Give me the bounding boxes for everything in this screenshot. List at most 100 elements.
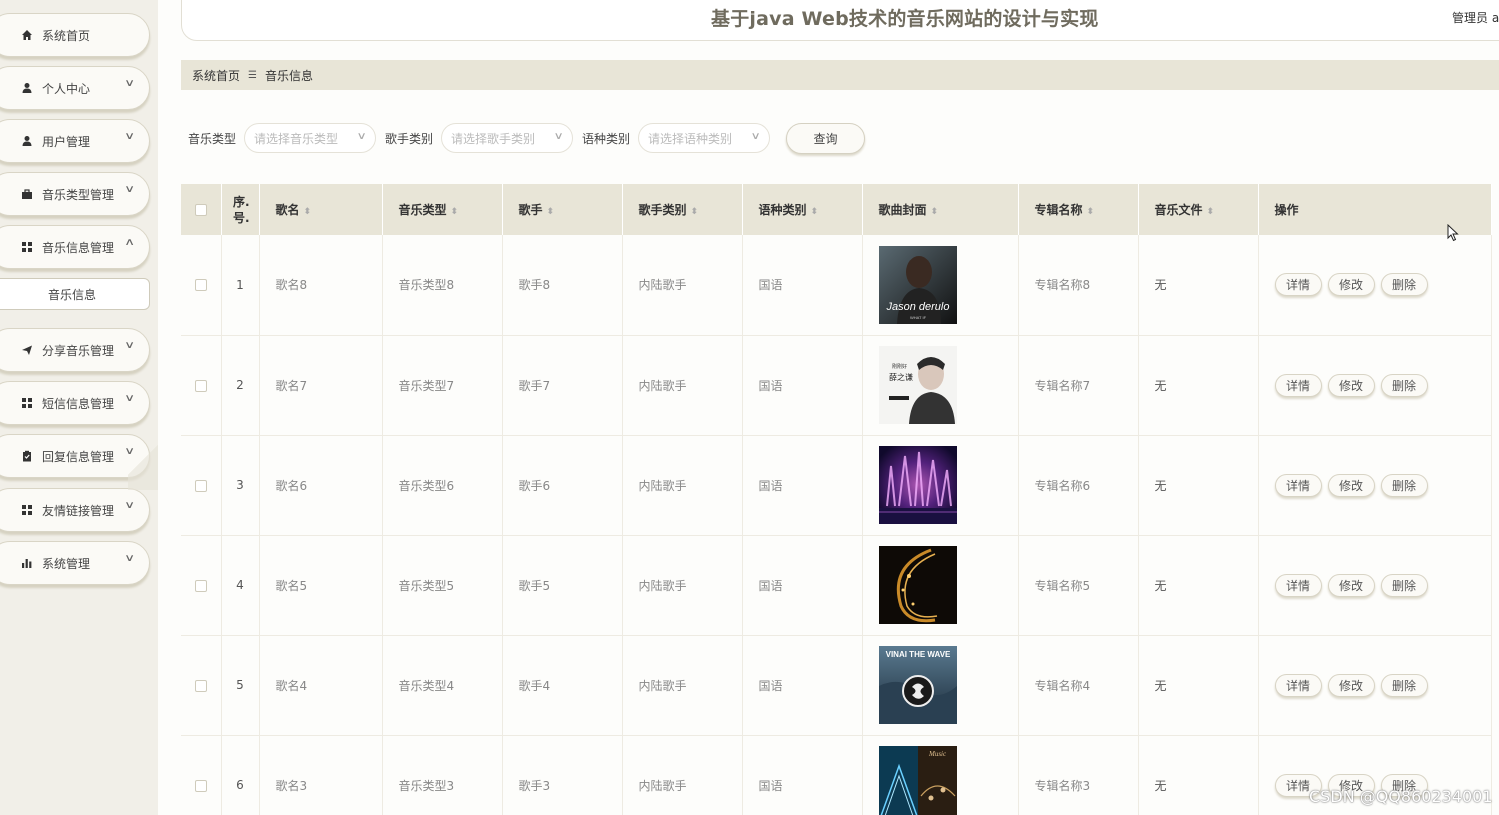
delete-button[interactable]: 删除 [1380,373,1428,397]
column-header-music-type[interactable]: 音乐类型 ⬍ [382,184,503,235]
chevron-down-icon: ∨ [356,131,367,142]
submenu-item-music-info[interactable]: 音乐信息 [0,278,150,310]
music-type-select[interactable]: 请选择音乐类型 ∨ [244,123,377,153]
cell-music-type: 音乐类型6 [382,435,503,536]
sidebar-item-personal-center[interactable]: 个人中心 ∨ [0,66,150,110]
language-type-select[interactable]: 请选择语种类别 ∨ [638,123,771,153]
sidebar-item-share-music-management[interactable]: 分享音乐管理 ∨ [0,328,150,372]
svg-text:Music: Music [928,750,947,758]
sidebar-item-music-type-management[interactable]: 音乐类型管理 ∨ [0,172,150,216]
sidebar-item-sms-management[interactable]: 短信信息管理 ∨ [0,381,150,425]
column-header-song[interactable]: 歌名 ⬍ [259,184,383,235]
row-checkbox[interactable] [181,235,222,336]
grid-icon [21,397,33,409]
chevron-down-icon: ∨ [123,500,135,511]
sort-icon[interactable]: ⬍ [811,207,819,217]
row-checkbox[interactable] [181,335,222,436]
detail-button[interactable]: 详情 [1274,473,1322,497]
sidebar-item-music-info-management[interactable]: 音乐信息管理 ∧ [0,225,150,269]
cover-image-jason-derulo[interactable]: Jason derulo WHAT IF [862,235,1019,336]
edit-button[interactable]: 修改 [1327,673,1375,697]
music-type-label: 音乐类型 [188,131,237,146]
sidebar-item-home[interactable]: 系统首页 [0,13,150,57]
singer-type-label: 歌手类别 [385,131,434,146]
cell-album: 专辑名称3 [1018,735,1139,815]
detail-button[interactable]: 详情 [1274,573,1322,597]
sort-icon[interactable]: ⬍ [691,207,699,217]
column-header-singer[interactable]: 歌手 ⬍ [502,184,623,235]
cell-album: 专辑名称5 [1018,535,1139,636]
edit-button[interactable]: 修改 [1327,573,1375,597]
cell-singer-type: 内陆歌手 [622,735,743,815]
clipboard-icon [21,450,33,462]
cell-album: 专辑名称6 [1018,435,1139,536]
column-header-index: 序.号. [221,184,260,235]
send-icon [21,344,33,356]
delete-button[interactable]: 删除 [1380,473,1428,497]
breadcrumb-home[interactable]: 系统首页 [192,67,240,84]
row-checkbox[interactable] [181,435,222,536]
row-checkbox[interactable] [181,735,222,815]
edit-button[interactable]: 修改 [1327,373,1375,397]
cover-image-abstract[interactable] [862,535,1019,636]
cell-file: 无 [1138,735,1259,815]
detail-button[interactable]: 详情 [1274,273,1322,297]
sort-icon[interactable]: ⬍ [931,207,939,217]
delete-button[interactable]: 删除 [1380,573,1428,597]
column-header-singer-type[interactable]: 歌手类别 ⬍ [622,184,743,235]
cell-actions: 详情 修改 删除 [1258,335,1492,436]
cell-language: 国语 [742,535,863,636]
chevron-down-icon: ∨ [123,446,135,457]
column-header-file[interactable]: 音乐文件 ⬍ [1138,184,1259,235]
detail-button[interactable]: 详情 [1274,673,1322,697]
cell-music-type: 音乐类型3 [382,735,503,815]
delete-button[interactable]: 删除 [1380,273,1428,297]
cover-image-fountain[interactable] [862,435,1019,536]
cell-singer: 歌手7 [502,335,623,436]
sidebar-item-reply-management[interactable]: 回复信息管理 ∨ [0,434,150,478]
row-checkbox[interactable] [181,635,222,736]
user-icon [21,135,33,147]
row-checkbox[interactable] [181,535,222,636]
cover-image-portrait[interactable]: 刚刚好 薛之谦 [862,335,1019,436]
sort-icon[interactable]: ⬍ [1207,207,1215,217]
edit-button[interactable]: 修改 [1327,473,1375,497]
cell-song: 歌名4 [259,635,383,736]
cell-song: 歌名3 [259,735,383,815]
query-button[interactable]: 查询 [786,122,866,154]
column-header-language[interactable]: 语种类别 ⬍ [742,184,863,235]
cell-language: 国语 [742,335,863,436]
chevron-down-icon: ∨ [123,393,135,404]
chevron-down-icon: ∨ [123,78,135,89]
edit-button[interactable]: 修改 [1327,273,1375,297]
select-all-checkbox[interactable] [181,184,222,235]
singer-type-select[interactable]: 请选择歌手类别 ∨ [441,123,574,153]
cell-album: 专辑名称4 [1018,635,1139,736]
sort-icon[interactable]: ⬍ [1087,207,1095,217]
cell-singer: 歌手8 [502,235,623,336]
sidebar-item-system-management[interactable]: 系统管理 ∨ [0,541,150,585]
row-index: 6 [221,735,260,815]
table-row: 1 歌名8 音乐类型8 歌手8 内陆歌手 国语 Jason derulo WHAT IF 专辑名… [181,235,1492,336]
briefcase-icon [21,188,33,200]
sidebar-item-friend-link-management[interactable]: 友情链接管理 ∨ [0,488,150,532]
detail-button[interactable]: 详情 [1274,373,1322,397]
user-label[interactable]: 管理员 a [1452,9,1499,26]
sort-icon[interactable]: ⬍ [451,207,459,217]
sidebar-item-label: 短信信息管理 [42,396,115,411]
cell-singer-type: 内陆歌手 [622,635,743,736]
column-header-album[interactable]: 专辑名称 ⬍ [1018,184,1139,235]
svg-text:薛之谦: 薛之谦 [889,372,913,382]
cover-image-vinai[interactable]: VINAI THE WAVE [862,635,1019,736]
sort-icon[interactable]: ⬍ [547,207,555,217]
sidebar-item-label: 友情链接管理 [42,503,115,518]
sidebar-item-user-management[interactable]: 用户管理 ∨ [0,119,150,163]
cell-music-type: 音乐类型5 [382,535,503,636]
cell-singer-type: 内陆歌手 [622,335,743,436]
sidebar-item-label: 音乐类型管理 [42,187,115,202]
cover-image-music[interactable]: Music [862,735,1019,815]
sort-icon[interactable]: ⬍ [304,207,312,217]
cell-actions: 详情 修改 删除 [1258,435,1492,536]
column-header-cover[interactable]: 歌曲封面 ⬍ [862,184,1019,235]
delete-button[interactable]: 删除 [1380,673,1428,697]
